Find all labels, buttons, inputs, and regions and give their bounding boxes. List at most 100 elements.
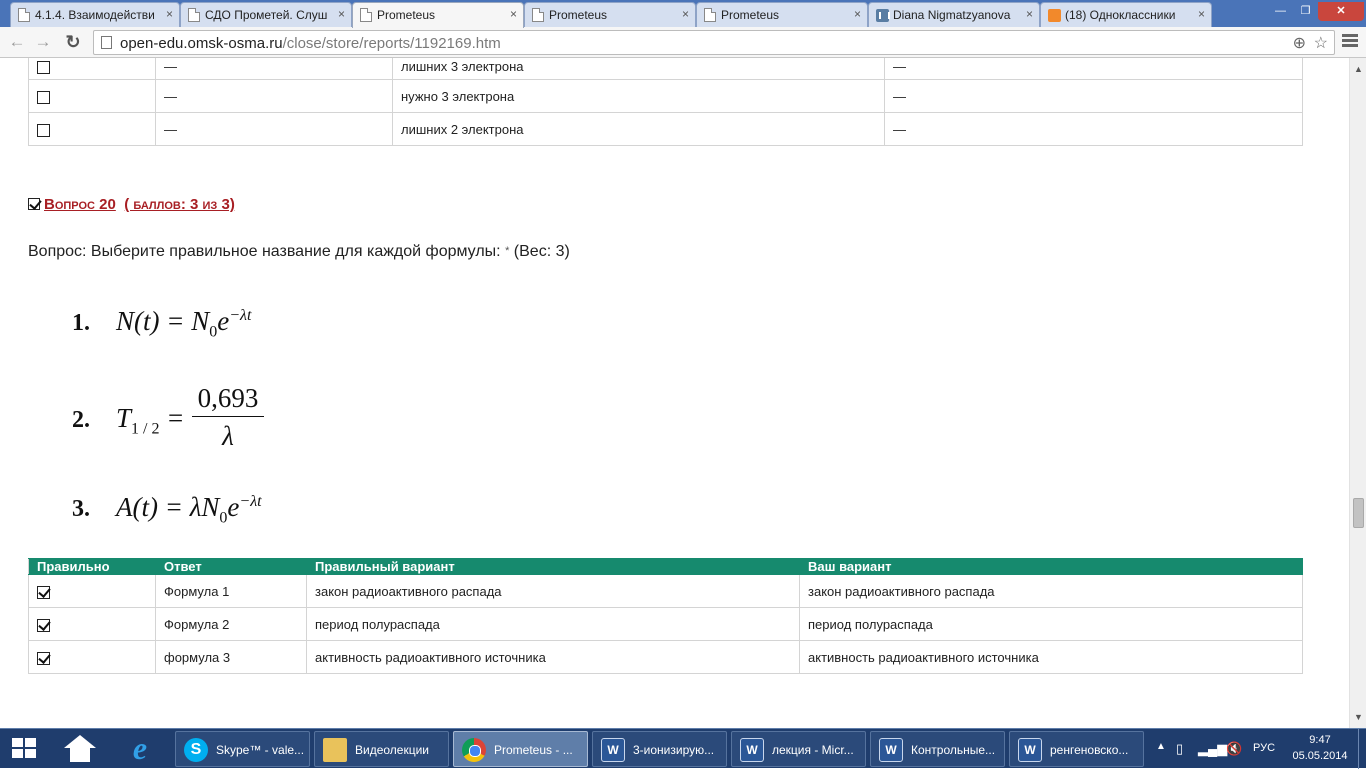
table-row: Формула 2 период полураспада период полу…: [28, 607, 1303, 641]
browser-tab-strip: 4.1.4. Взаимодействи × СДО Прометей. Слу…: [0, 0, 1366, 28]
tab-close-icon[interactable]: ×: [1026, 7, 1033, 21]
signal-strength-icon[interactable]: ▂▄▆: [1198, 741, 1227, 757]
taskbar-item-word-3[interactable]: W Контрольные...: [870, 731, 1005, 767]
tab-close-icon[interactable]: ×: [338, 7, 345, 21]
internet-explorer-icon[interactable]: e: [120, 732, 160, 765]
table-row: — лишних 3 электрона —: [28, 58, 1303, 80]
language-indicator[interactable]: РУС: [1253, 742, 1275, 754]
tray-device-icon[interactable]: ▯: [1176, 741, 1183, 757]
menu-icon[interactable]: [1340, 32, 1360, 52]
window-close-button[interactable]: ✕: [1318, 2, 1364, 21]
clock-date[interactable]: 05.05.2014: [1287, 750, 1353, 762]
tab-2[interactable]: СДО Прометей. Слуш ×: [180, 2, 352, 27]
system-tray: ▲ ▯ ▂▄▆ 🔇 РУС 9:47 05.05.2014: [1150, 729, 1366, 769]
checkbox-unchecked: [37, 90, 50, 104]
table-cell: закон радиоактивного распада: [306, 574, 800, 608]
reload-icon[interactable]: ↻: [62, 31, 84, 53]
taskbar-item-label: ренгеновско...: [1050, 743, 1129, 757]
zoom-icon[interactable]: ⊕: [1293, 33, 1306, 53]
page-icon: [18, 8, 30, 22]
checkbox-checked-icon: [37, 585, 50, 599]
tab-close-icon[interactable]: ×: [510, 7, 517, 21]
checkbox-checked-icon: [37, 651, 50, 665]
odnoklassniki-icon: [1048, 9, 1061, 22]
bookmark-star-icon[interactable]: ☆: [1314, 33, 1328, 53]
formula-1: 1. N(t) = N0e−λt: [72, 306, 251, 340]
vk-icon: [876, 9, 890, 22]
volume-muted-icon[interactable]: 🔇: [1226, 741, 1242, 757]
show-desktop-button[interactable]: [1358, 729, 1366, 769]
formula-3: 3. A(t) = λN0e−λt: [72, 492, 262, 526]
tab-close-icon[interactable]: ×: [854, 7, 861, 21]
table-header-row: Правильно Ответ Правильный вариант Ваш в…: [28, 558, 1303, 575]
table-cell: —: [155, 58, 393, 80]
word-icon: W: [879, 738, 903, 762]
question-weight: (Вес: 3): [513, 243, 570, 260]
tab-close-icon[interactable]: ×: [1198, 7, 1205, 21]
question-text: Вопрос: Выберите правильное название для…: [28, 243, 570, 261]
home-icon[interactable]: [60, 733, 100, 765]
taskbar-item-word-2[interactable]: W лекция - Micr...: [731, 731, 866, 767]
taskbar-item-label: Видеолекции: [355, 743, 429, 757]
vertical-scrollbar[interactable]: ▲ ▼: [1349, 58, 1366, 728]
question-number-link[interactable]: Вопрос 20: [44, 196, 116, 213]
page-icon: [101, 36, 112, 49]
formula-number: 2.: [72, 407, 90, 433]
table-row: формула 3 активность радиоактивного исто…: [28, 640, 1303, 674]
windows-start-icon[interactable]: [12, 738, 38, 760]
tab-4[interactable]: Prometeus ×: [524, 2, 696, 27]
address-bar[interactable]: open-edu.omsk-osma.ru/close/store/report…: [93, 30, 1335, 55]
chrome-icon: [462, 738, 486, 762]
word-icon: W: [601, 738, 625, 762]
table-row: — нужно 3 электрона —: [28, 79, 1303, 113]
tab-5[interactable]: Prometeus ×: [696, 2, 868, 27]
scroll-down-arrow-icon[interactable]: ▼: [1354, 712, 1363, 722]
taskbar-item-label: 3-ионизирую...: [633, 743, 715, 757]
formula-3-image: A(t) = λN0e−λt: [116, 492, 262, 527]
table-cell: —: [884, 112, 1303, 146]
table-cell: формула 3: [155, 640, 307, 674]
checkbox-checked-icon: [28, 198, 40, 210]
taskbar-item-skype[interactable]: S Skype™ - vale...: [175, 731, 310, 767]
back-arrow-icon[interactable]: ←: [6, 31, 28, 53]
taskbar-item-label: Prometeus - ...: [494, 743, 573, 757]
taskbar-item-word-4[interactable]: W ренгеновско...: [1009, 731, 1144, 767]
column-header: Правильно: [28, 558, 156, 575]
tab-7[interactable]: (18) Одноклассники ×: [1040, 2, 1212, 27]
table-row: Формула 1 закон радиоактивного распада з…: [28, 574, 1303, 608]
tab-title: СДО Прометей. Слуш: [205, 8, 328, 22]
formula-number: 1.: [72, 310, 90, 336]
window-minimize-button[interactable]: —: [1268, 2, 1293, 21]
tab-6[interactable]: Diana Nigmatzyanova ×: [868, 2, 1040, 27]
tab-close-icon[interactable]: ×: [166, 7, 173, 21]
table-cell: активность радиоактивного источника: [306, 640, 800, 674]
url-host: open-edu.omsk-osma.ru: [120, 35, 283, 52]
window-maximize-button[interactable]: ❐: [1293, 2, 1318, 21]
forward-arrow-icon[interactable]: →: [32, 31, 54, 53]
question-heading[interactable]: Вопрос 20 ( баллов: 3 из 3): [28, 196, 235, 213]
tab-close-icon[interactable]: ×: [682, 7, 689, 21]
taskbar-item-chrome[interactable]: Prometeus - ...: [453, 731, 588, 767]
folder-icon: [323, 738, 347, 762]
tab-3-active[interactable]: Prometeus ×: [352, 2, 524, 28]
question-score[interactable]: ( баллов: 3 из 3): [124, 196, 235, 213]
tab-1[interactable]: 4.1.4. Взаимодействи ×: [10, 2, 180, 27]
word-icon: W: [1018, 738, 1042, 762]
scrollbar-thumb[interactable]: [1353, 498, 1364, 528]
page-content: — лишних 3 электрона — — нужно 3 электро…: [0, 58, 1349, 728]
page-icon: [704, 8, 716, 22]
tab-title: (18) Одноклассники: [1065, 8, 1176, 22]
taskbar-item-word-1[interactable]: W 3-ионизирую...: [592, 731, 727, 767]
checkbox-unchecked: [37, 60, 50, 74]
taskbar-item-folder[interactable]: Видеолекции: [314, 731, 449, 767]
answers-table: Правильно Ответ Правильный вариант Ваш в…: [28, 558, 1303, 674]
url-text[interactable]: open-edu.omsk-osma.ru/close/store/report…: [120, 35, 501, 52]
table-row: — лишних 2 электрона —: [28, 112, 1303, 146]
clock-time[interactable]: 9:47: [1295, 734, 1345, 746]
table-cell: —: [884, 58, 1303, 80]
formula-1-image: N(t) = N0e−λt: [116, 306, 252, 341]
table-cell: закон радиоактивного распада: [799, 574, 1303, 608]
scroll-up-arrow-icon[interactable]: ▲: [1354, 64, 1363, 74]
tab-title: 4.1.4. Взаимодействи: [35, 8, 155, 22]
tray-expand-arrow-icon[interactable]: ▲: [1156, 741, 1166, 752]
